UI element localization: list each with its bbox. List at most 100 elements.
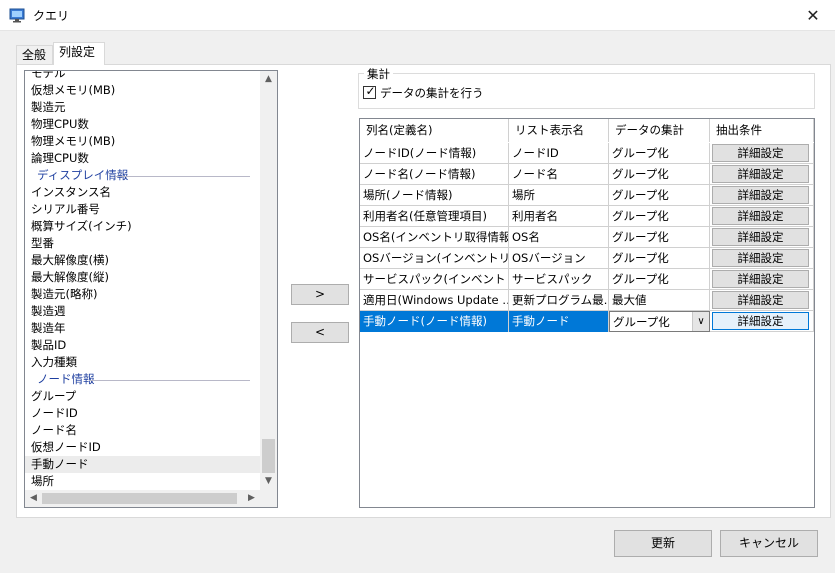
cell-aggregate[interactable]: グループ化 (609, 248, 710, 269)
cell-display-name[interactable]: サービスパック (509, 269, 609, 290)
close-button[interactable]: ✕ (791, 0, 835, 31)
available-columns-list[interactable]: モデル 仮想メモリ(MB) 製造元 物理CPU数 物理メモリ(MB) 論理CPU数 ディスプ… (24, 70, 278, 508)
scroll-left-icon[interactable]: ◀ (25, 490, 42, 507)
aggregate-select[interactable]: グループ化 ∨ (609, 311, 710, 332)
cell-aggregate[interactable]: グループ化 (609, 227, 710, 248)
cell-aggregate[interactable]: 最大値 (609, 290, 710, 311)
selected-columns-grid[interactable]: 列名(定義名) リスト表示名 データの集計 抽出条件 ノードID(ノード情報) ノ… (359, 118, 815, 508)
cell-column-name[interactable]: ノード名(ノード情報) (360, 164, 509, 185)
section-divider (89, 380, 250, 381)
chevron-down-icon[interactable]: ∨ (692, 312, 709, 331)
table-row[interactable]: ノード名(ノード情報) ノード名 グループ化 詳細設定 (360, 164, 814, 185)
scroll-down-icon[interactable]: ▼ (260, 473, 277, 490)
cell-aggregate-value: グループ化 (612, 209, 669, 223)
tab-column-settings[interactable]: 列設定 (53, 42, 105, 65)
cell-aggregate[interactable]: グループ化 (609, 143, 710, 164)
cell-display-name[interactable]: 場所 (509, 185, 609, 206)
cell-display-name[interactable]: ノードID (509, 143, 609, 164)
column-header-name[interactable]: 列名(定義名) (360, 119, 509, 142)
list-item[interactable]: モデル (25, 71, 260, 82)
cell-column-name[interactable]: 適用日(Windows Update … (360, 290, 509, 311)
cell-filter: 詳細設定 (710, 269, 814, 290)
list-item[interactable]: 入力種類 (25, 354, 260, 371)
cell-column-name[interactable]: 利用者名(任意管理項目) (360, 206, 509, 227)
list-item[interactable]: 仮想メモリ(MB) (25, 82, 260, 99)
detail-settings-button[interactable]: 詳細設定 (712, 228, 809, 246)
scroll-up-icon[interactable]: ▲ (260, 71, 277, 88)
cell-aggregate[interactable]: グループ化 (609, 164, 710, 185)
remove-column-button[interactable]: < (291, 322, 349, 343)
cell-display-name[interactable]: ノード名 (509, 164, 609, 185)
cell-column-name[interactable]: OS名(インベントリ取得情報) (360, 227, 509, 248)
cell-aggregate[interactable]: グループ化 (609, 185, 710, 206)
cell-column-name[interactable]: サービスパック(インベントリ取… (360, 269, 509, 290)
list-item[interactable]: 概算サイズ(インチ) (25, 218, 260, 235)
column-header-aggregate[interactable]: データの集計 (609, 119, 710, 142)
list-vertical-scrollbar[interactable]: ▲ ▼ (260, 71, 277, 490)
list-item[interactable]: 仮想ノードID (25, 439, 260, 456)
detail-settings-button[interactable]: 詳細設定 (712, 186, 809, 204)
scroll-right-icon[interactable]: ▶ (243, 490, 260, 507)
aggregate-checkbox-label[interactable]: データの集計を行う (380, 85, 484, 101)
list-item[interactable]: グループ (25, 388, 260, 405)
list-item[interactable]: 最大解像度(縦) (25, 269, 260, 286)
list-item[interactable]: 製造元 (25, 99, 260, 116)
list-vertical-scroll-thumb[interactable] (262, 439, 275, 473)
cell-display-name[interactable]: OS名 (509, 227, 609, 248)
title-bar: クエリ ✕ (0, 0, 835, 31)
detail-settings-button[interactable]: 詳細設定 (712, 144, 809, 162)
detail-settings-button[interactable]: 詳細設定 (712, 312, 809, 330)
list-item[interactable]: 製造年 (25, 320, 260, 337)
detail-settings-button[interactable]: 詳細設定 (712, 207, 809, 225)
cell-filter: 詳細設定 (710, 248, 814, 269)
cell-column-name[interactable]: 場所(ノード情報) (360, 185, 509, 206)
table-row[interactable]: 適用日(Windows Update … 更新プログラム最… 最大値 詳細設定 (360, 290, 814, 311)
list-horizontal-scroll-thumb[interactable] (42, 493, 237, 504)
list-item[interactable]: ノード名 (25, 422, 260, 439)
list-item[interactable]: 手動ノード (25, 456, 260, 473)
detail-settings-button[interactable]: 詳細設定 (712, 165, 809, 183)
cell-column-name[interactable]: ノードID(ノード情報) (360, 143, 509, 164)
cell-aggregate[interactable]: グループ化 (609, 206, 710, 227)
cell-column-name[interactable]: OSバージョン(インベントリ取… (360, 248, 509, 269)
table-row[interactable]: サービスパック(インベントリ取…サービスパックグループ化 詳細設定 (360, 269, 814, 290)
aggregate-checkbox[interactable]: ✓ (363, 84, 376, 99)
table-row[interactable]: ノードID(ノード情報) ノードID グループ化 詳細設定 (360, 143, 814, 164)
monitor-icon (9, 8, 25, 26)
cell-aggregate[interactable]: グループ化 (609, 269, 710, 290)
list-item[interactable]: 物理メモリ(MB) (25, 133, 260, 150)
cell-filter: 詳細設定 (710, 185, 814, 206)
detail-settings-button[interactable]: 詳細設定 (712, 249, 809, 267)
cell-column-name[interactable]: 手動ノード(ノード情報) (360, 311, 509, 332)
cell-display-name[interactable]: 利用者名 (509, 206, 609, 227)
list-item[interactable]: 製品ID (25, 337, 260, 354)
list-item[interactable]: 物理CPU数 (25, 116, 260, 133)
list-horizontal-scrollbar[interactable]: ◀ ▶ (25, 490, 277, 507)
table-row[interactable]: 手動ノード(ノード情報) 手動ノード グループ化 ∨ 詳細設定 (360, 311, 814, 332)
column-header-display-name[interactable]: リスト表示名 (509, 119, 609, 142)
cancel-button[interactable]: キャンセル (720, 530, 818, 557)
column-header-filter[interactable]: 抽出条件 (710, 119, 814, 142)
tab-general[interactable]: 全般 (16, 45, 53, 65)
cell-display-name[interactable]: 更新プログラム最… (509, 290, 609, 311)
list-item[interactable]: 論理CPU数 (25, 150, 260, 167)
list-item[interactable]: インスタンス名 (25, 184, 260, 201)
list-item[interactable]: 場所 (25, 473, 260, 490)
list-item[interactable]: シリアル番号 (25, 201, 260, 218)
list-item[interactable]: 型番 (25, 235, 260, 252)
list-item[interactable]: 最大解像度(横) (25, 252, 260, 269)
cell-display-name[interactable]: 手動ノード (509, 311, 609, 332)
table-row[interactable]: 利用者名(任意管理項目) 利用者名 グループ化 詳細設定 (360, 206, 814, 227)
add-column-button[interactable]: > (291, 284, 349, 305)
list-item[interactable]: 製造元(略称) (25, 286, 260, 303)
table-row[interactable]: OS名(インベントリ取得情報) OS名 グループ化 詳細設定 (360, 227, 814, 248)
list-item[interactable]: 製造週 (25, 303, 260, 320)
table-row[interactable]: OSバージョン(インベントリ取…OSバージョングループ化 詳細設定 (360, 248, 814, 269)
detail-settings-button[interactable]: 詳細設定 (712, 291, 809, 309)
table-row[interactable]: 場所(ノード情報) 場所 グループ化 詳細設定 (360, 185, 814, 206)
cell-display-name[interactable]: OSバージョン (509, 248, 609, 269)
list-item[interactable]: ノードID (25, 405, 260, 422)
detail-settings-button[interactable]: 詳細設定 (712, 270, 809, 288)
scroll-corner (260, 490, 277, 507)
update-button[interactable]: 更新 (614, 530, 712, 557)
